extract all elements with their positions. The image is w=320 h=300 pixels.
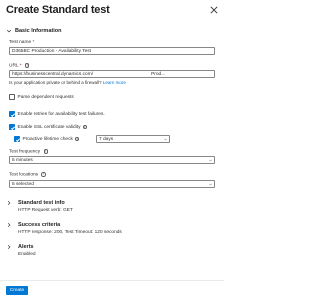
footer-divider — [0, 280, 224, 281]
parse-dependent-label: Parse dependent requests — [17, 94, 74, 100]
parse-dependent-checkbox[interactable]: Parse dependent requests — [9, 94, 74, 100]
success-criteria-title: Success criteria — [18, 222, 61, 228]
standard-test-info-title: Standard test info — [18, 200, 65, 206]
enable-retries-checkbox[interactable]: Enable retries for availability test fai… — [9, 111, 105, 117]
chevron-down-icon — [209, 183, 212, 186]
info-icon[interactable]: i — [74, 136, 80, 142]
proactive-lifetime-checkbox[interactable]: Proactive lifetime check i — [14, 136, 80, 142]
info-icon[interactable]: i — [41, 172, 46, 177]
test-name-label-text: Test name — [9, 40, 32, 45]
test-frequency-value: 5 minutes — [12, 158, 33, 163]
checkbox-box[interactable] — [9, 124, 15, 130]
proactive-lifetime-label: Proactive lifetime check — [22, 136, 73, 142]
helper-text: Is your application private or behind a … — [9, 80, 102, 85]
alerts-header[interactable] — [6, 243, 15, 251]
test-frequency-label: Test frequency i — [9, 149, 49, 155]
create-button[interactable]: Create — [6, 286, 28, 295]
checkbox-box[interactable] — [14, 136, 20, 142]
chevron-down-icon — [209, 159, 212, 162]
page-title: Create Standard test — [6, 4, 110, 16]
test-frequency-select[interactable]: 5 minutes — [9, 156, 215, 164]
checkbox-box[interactable] — [9, 111, 15, 117]
test-name-input[interactable]: D365BC Production - Availability Test — [9, 47, 215, 55]
chevron-right-icon — [7, 222, 11, 228]
enable-ssl-label: Enable SSL certificate validity — [17, 124, 81, 130]
required-mark: * — [32, 40, 35, 45]
standard-test-info-value: HTTP Request verb: GET — [18, 208, 73, 213]
success-criteria-header[interactable] — [6, 221, 15, 229]
close-icon[interactable] — [210, 6, 218, 14]
test-name-label: Test name * — [9, 40, 34, 45]
lifetime-days-select[interactable]: 7 days — [96, 135, 170, 143]
alerts-title: Alerts — [18, 244, 34, 250]
chevron-right-icon — [7, 200, 11, 206]
alerts-value: Enabled — [18, 252, 36, 257]
info-icon[interactable]: i — [24, 63, 30, 68]
test-frequency-label-text: Test frequency — [9, 149, 41, 155]
required-mark: * — [19, 63, 22, 69]
lifetime-days-value: 7 days — [99, 137, 114, 142]
url-input[interactable]: https://businesscentral.dynamics.com/Pro… — [9, 70, 215, 78]
enable-retries-label: Enable retries for availability test fai… — [17, 111, 105, 117]
title-bar: Create Standard test — [0, 0, 224, 22]
learn-more-link[interactable]: Learn more — [103, 80, 126, 85]
url-value: https://businesscentral.dynamics.com/ — [12, 72, 94, 77]
info-icon[interactable]: i — [43, 149, 49, 154]
standard-test-info-header[interactable] — [6, 199, 15, 207]
basic-information-header[interactable]: Basic Information — [6, 27, 61, 35]
url-value-tail: Prod... — [151, 72, 166, 77]
enable-ssl-checkbox[interactable]: Enable SSL certificate validity i — [9, 124, 88, 130]
info-icon[interactable]: i — [82, 124, 88, 130]
test-name-value: D365BC Production - Availability Test — [12, 49, 92, 54]
test-locations-label: Test locations i — [9, 172, 46, 178]
chevron-down-icon — [6, 29, 12, 33]
chevron-right-icon — [7, 244, 11, 250]
test-locations-label-text: Test locations — [9, 172, 39, 178]
url-label: URL * i — [9, 63, 30, 69]
chevron-down-icon — [164, 138, 167, 141]
test-locations-select[interactable]: 5 selected — [9, 180, 215, 188]
url-label-text: URL — [9, 63, 19, 69]
success-criteria-value: HTTP response: 200, Test Timeout: 120 se… — [18, 230, 122, 235]
test-locations-value: 5 selected — [12, 182, 34, 187]
section-title: Basic Information — [15, 28, 62, 34]
checkbox-box[interactable] — [9, 94, 15, 100]
private-helper: Is your application private or behind a … — [9, 80, 126, 85]
